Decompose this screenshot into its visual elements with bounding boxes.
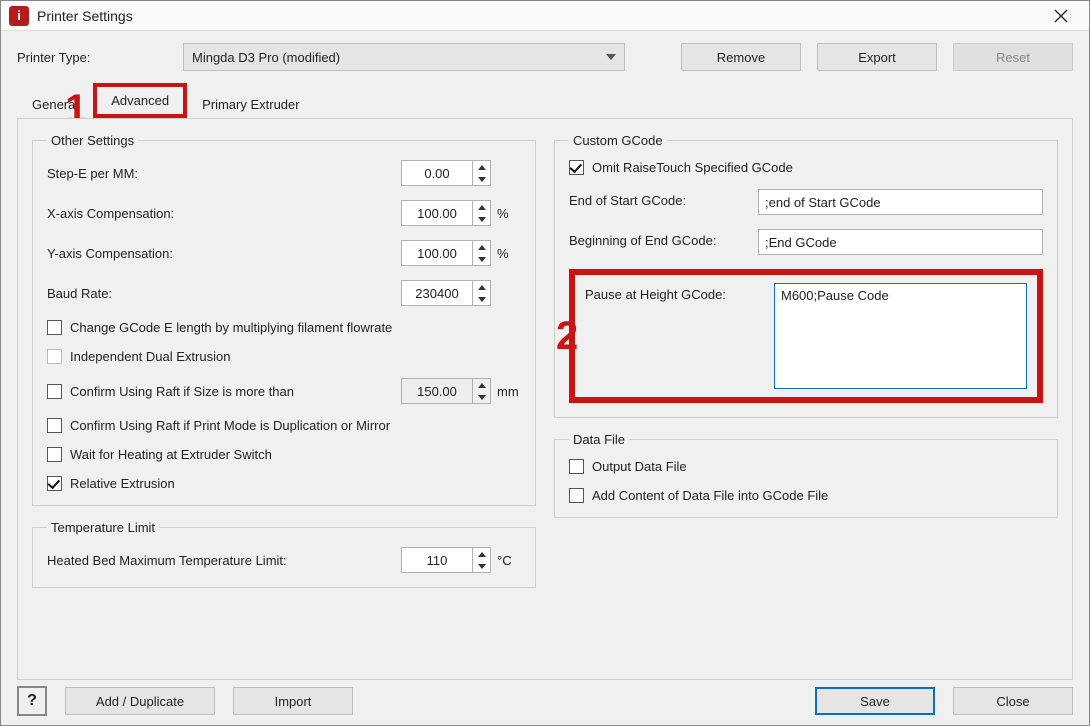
printer-type-value: Mingda D3 Pro (modified) bbox=[192, 50, 340, 65]
ycomp-input[interactable] bbox=[402, 241, 472, 265]
export-button[interactable]: Export bbox=[817, 43, 937, 71]
bed-temp-up[interactable] bbox=[473, 548, 490, 560]
ycomp-up[interactable] bbox=[473, 241, 490, 253]
output-data-file-label: Output Data File bbox=[592, 459, 687, 474]
change-gcode-e-label: Change GCode E length by multiplying fil… bbox=[70, 320, 392, 335]
add-content-data-file-label: Add Content of Data File into GCode File bbox=[592, 488, 828, 503]
raft-dup-label: Confirm Using Raft if Print Mode is Dupl… bbox=[70, 418, 390, 433]
close-button[interactable]: Close bbox=[953, 687, 1073, 715]
baud-down[interactable] bbox=[473, 293, 490, 305]
raft-size-input bbox=[402, 379, 472, 403]
baud-label: Baud Rate: bbox=[47, 286, 401, 301]
checkbox-omit-raisetouch[interactable] bbox=[569, 160, 584, 175]
chevron-down-icon bbox=[606, 54, 616, 60]
end-start-gcode-label: End of Start GCode: bbox=[569, 189, 744, 215]
step-e-input[interactable] bbox=[402, 161, 472, 185]
step-e-up[interactable] bbox=[473, 161, 490, 173]
tab-primary-extruder[interactable]: Primary Extruder bbox=[187, 90, 315, 118]
xcomp-input[interactable] bbox=[402, 201, 472, 225]
pause-gcode-label: Pause at Height GCode: bbox=[585, 283, 760, 389]
baud-field[interactable] bbox=[401, 280, 491, 306]
ycomp-label: Y-axis Compensation: bbox=[47, 246, 401, 261]
pause-gcode-textarea[interactable]: M600;Pause Code bbox=[774, 283, 1027, 389]
begin-end-gcode-input[interactable]: ;End GCode bbox=[758, 229, 1043, 255]
baud-up[interactable] bbox=[473, 281, 490, 293]
annotation-marker-2: 2 bbox=[556, 314, 578, 359]
xcomp-unit: % bbox=[491, 206, 521, 221]
temperature-limit-legend: Temperature Limit bbox=[47, 520, 159, 535]
bed-temp-unit: °C bbox=[491, 553, 521, 568]
window-title: Printer Settings bbox=[37, 8, 1041, 24]
printer-type-select[interactable]: Mingda D3 Pro (modified) bbox=[183, 43, 625, 71]
reset-button: Reset bbox=[953, 43, 1073, 71]
xcomp-down[interactable] bbox=[473, 213, 490, 225]
checkbox-raft-dup[interactable] bbox=[47, 418, 62, 433]
pause-gcode-highlight: Pause at Height GCode: M600;Pause Code bbox=[569, 269, 1043, 403]
step-e-field[interactable] bbox=[401, 160, 491, 186]
step-e-label: Step-E per MM: bbox=[47, 166, 401, 181]
bed-temp-label: Heated Bed Maximum Temperature Limit: bbox=[47, 553, 401, 568]
step-e-down[interactable] bbox=[473, 173, 490, 185]
xcomp-label: X-axis Compensation: bbox=[47, 206, 401, 221]
bed-temp-field[interactable] bbox=[401, 547, 491, 573]
ycomp-down[interactable] bbox=[473, 253, 490, 265]
help-button[interactable]: ? bbox=[17, 686, 47, 716]
other-settings-legend: Other Settings bbox=[47, 133, 138, 148]
checkbox-dual-extrusion bbox=[47, 349, 62, 364]
begin-end-gcode-label: Beginning of End GCode: bbox=[569, 229, 744, 255]
custom-gcode-legend: Custom GCode bbox=[569, 133, 667, 148]
import-button[interactable]: Import bbox=[233, 687, 353, 715]
checkbox-output-data-file[interactable] bbox=[569, 459, 584, 474]
raft-size-label: Confirm Using Raft if Size is more than bbox=[70, 384, 401, 399]
raft-size-down bbox=[473, 391, 490, 403]
wait-heating-label: Wait for Heating at Extruder Switch bbox=[70, 447, 272, 462]
raft-size-unit: mm bbox=[491, 384, 521, 399]
xcomp-field[interactable] bbox=[401, 200, 491, 226]
tab-advanced[interactable]: Advanced bbox=[93, 83, 187, 118]
end-start-gcode-input[interactable]: ;end of Start GCode bbox=[758, 189, 1043, 215]
bed-temp-down[interactable] bbox=[473, 560, 490, 572]
checkbox-relative-extrusion[interactable] bbox=[47, 476, 62, 491]
add-duplicate-button[interactable]: Add / Duplicate bbox=[65, 687, 215, 715]
app-icon: i bbox=[9, 6, 29, 26]
baud-input[interactable] bbox=[402, 281, 472, 305]
save-button[interactable]: Save bbox=[815, 687, 935, 715]
checkbox-wait-heating[interactable] bbox=[47, 447, 62, 462]
relative-extrusion-label: Relative Extrusion bbox=[70, 476, 175, 491]
ycomp-field[interactable] bbox=[401, 240, 491, 266]
checkbox-change-gcode-e[interactable] bbox=[47, 320, 62, 335]
bed-temp-input[interactable] bbox=[402, 548, 472, 572]
omit-raisetouch-label: Omit RaiseTouch Specified GCode bbox=[592, 160, 793, 175]
printer-type-label: Printer Type: bbox=[17, 50, 167, 65]
window-close-button[interactable] bbox=[1041, 2, 1081, 30]
checkbox-add-content-data-file[interactable] bbox=[569, 488, 584, 503]
raft-size-up bbox=[473, 379, 490, 391]
data-file-legend: Data File bbox=[569, 432, 629, 447]
close-icon bbox=[1054, 9, 1068, 23]
raft-size-field bbox=[401, 378, 491, 404]
xcomp-up[interactable] bbox=[473, 201, 490, 213]
checkbox-raft-size[interactable] bbox=[47, 384, 62, 399]
ycomp-unit: % bbox=[491, 246, 521, 261]
remove-button[interactable]: Remove bbox=[681, 43, 801, 71]
dual-extrusion-label: Independent Dual Extrusion bbox=[70, 349, 230, 364]
